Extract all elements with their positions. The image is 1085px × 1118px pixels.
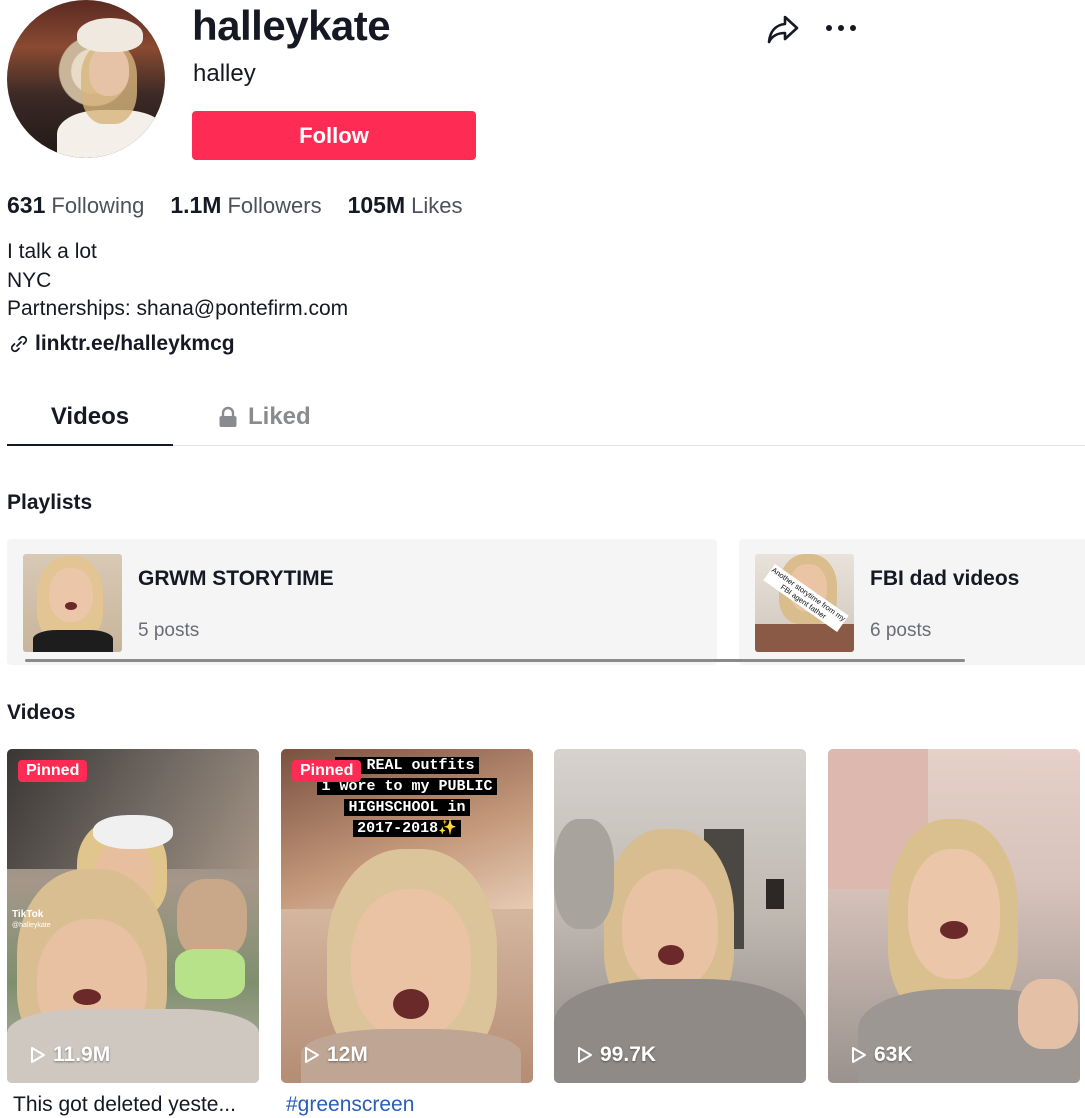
video-view-count: 99.7K [600,1043,657,1066]
more-icon[interactable] [824,18,858,38]
video-views: 99.7K [576,1043,656,1067]
video-caption[interactable]: This got deleted yeste... [13,1093,258,1117]
profile-stats: 631 Following 1.1M Followers 105M Likes [7,192,463,219]
pinned-badge: Pinned [18,760,88,782]
video-card[interactable]: 99.7K [554,749,806,1083]
lock-icon [219,406,237,427]
video-view-count: 12M [327,1043,368,1066]
play-icon [305,1047,319,1063]
avatar-hat [77,18,143,52]
video-caption-hashtag[interactable]: #greenscreen [286,1093,531,1117]
likes-stat: 105M Likes [348,192,463,219]
following-count: 631 [7,192,46,218]
play-icon [578,1047,592,1063]
follow-button[interactable]: Follow [192,111,476,160]
bio-link[interactable]: linktr.ee/halleykmcg [9,332,235,356]
video-views: 12M [303,1043,368,1067]
followers-stat[interactable]: 1.1M Followers [170,192,321,219]
tab-videos[interactable]: Videos [7,388,173,446]
video-thumbnail [828,749,1080,1083]
link-icon [10,335,28,353]
pinned-badge: Pinned [292,760,362,782]
tab-active-indicator [7,444,173,446]
bio-line: I talk a lot [7,240,97,263]
videos-grid: TikTok @halleykate Pinned 11.9M This got… [7,749,1082,1118]
playlist-title: FBI dad videos [870,567,1020,590]
bio-line: NYC [7,268,52,292]
playlist-card[interactable]: GRWM STORYTIME 5 posts [7,539,717,665]
nickname: halley [193,60,256,87]
profile-tabs: Videos Liked [7,388,1085,446]
share-icon[interactable] [766,13,800,45]
playlist-thumbnail: Another storytime from my FBI agent fath… [755,554,854,652]
tiktok-watermark: TikTok @halleykate [12,909,51,929]
video-views: 63K [850,1043,913,1067]
videos-heading: Videos [7,701,76,724]
playlists-heading: Playlists [7,491,93,514]
play-icon [852,1047,866,1063]
avatar[interactable] [7,0,165,158]
bio: I talk a lot NYC Partnerships: shana@pon… [7,238,348,324]
video-card[interactable]: TikTok @halleykate Pinned 11.9M [7,749,259,1083]
followers-label: Followers [227,193,322,218]
following-stat[interactable]: 631 Following [7,192,144,219]
bio-line: Partnerships: shana@pontefirm.com [7,297,349,320]
bio-link-text: linktr.ee/halleykmcg [35,332,235,355]
username: halleykate [192,2,391,49]
playlists-scrollbar[interactable] [25,659,965,662]
followers-count: 1.1M [170,192,222,218]
video-thumbnail [554,749,806,1083]
playlist-card[interactable]: Another storytime from my FBI agent fath… [739,539,1085,665]
video-view-count: 63K [874,1043,913,1066]
avatar-face [89,46,129,96]
video-views: 11.9M [29,1043,110,1067]
tab-liked-label: Liked [248,403,311,430]
likes-count: 105M [347,192,406,218]
playlists-row: GRWM STORYTIME 5 posts Another storytime… [7,539,1085,665]
playlist-title: GRWM STORYTIME [138,567,334,590]
following-label: Following [51,193,145,218]
tab-liked[interactable]: Liked [218,388,311,446]
likes-label: Likes [411,193,463,218]
playlist-thumbnail [23,554,122,652]
video-card[interactable]: 63K [828,749,1080,1083]
playlist-post-count: 6 posts [870,620,932,641]
play-icon [31,1047,45,1063]
playlist-post-count: 5 posts [138,620,200,641]
video-view-count: 11.9M [53,1043,111,1066]
video-card[interactable]: ng REAL outfits i wore to my PUBLIC HIGH… [281,749,533,1083]
